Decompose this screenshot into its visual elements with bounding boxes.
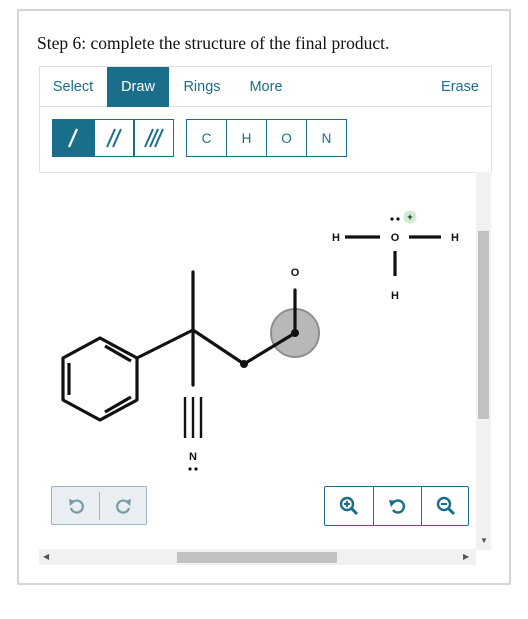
question-title: Step 6: complete the structure of the fi… xyxy=(37,33,390,53)
benzene-ring xyxy=(61,336,139,422)
lone-pair-dot xyxy=(194,467,198,471)
atom-label-o-center[interactable]: O xyxy=(391,232,400,244)
atom-c-button[interactable]: C xyxy=(186,119,227,157)
tab-draw[interactable]: Draw xyxy=(107,67,169,107)
tab-rings[interactable]: Rings xyxy=(172,67,232,107)
triple-bond-cn xyxy=(183,397,203,438)
reset-zoom-icon xyxy=(388,499,405,514)
atom-dot xyxy=(240,360,248,368)
scroll-left-arrow-icon[interactable]: ◀ xyxy=(43,552,49,562)
draw-tool-row: C H O N xyxy=(39,107,492,173)
molecule-editor: Select Draw Rings More Erase C H O N O N… xyxy=(39,66,492,566)
redo-button[interactable] xyxy=(100,487,147,525)
lone-pair-dot xyxy=(396,217,400,221)
zoom-in-button[interactable] xyxy=(325,487,372,525)
hydronium-fragment: H O H H + xyxy=(332,210,459,302)
triple-bond-icon xyxy=(144,128,164,148)
atom-h-button[interactable]: H xyxy=(226,119,267,157)
double-bond-icon xyxy=(106,128,122,148)
lone-pair-dot xyxy=(188,467,192,471)
editor-toolbar: Select Draw Rings More Erase xyxy=(39,66,492,107)
zoom-reset-button[interactable] xyxy=(373,487,420,525)
undo-redo-group xyxy=(51,486,147,525)
atom-o-button[interactable]: O xyxy=(266,119,307,157)
zoom-controls xyxy=(324,486,469,526)
scroll-down-arrow-icon[interactable]: ▼ xyxy=(480,536,488,546)
erase-button[interactable]: Erase xyxy=(430,67,490,107)
atom-n-button[interactable]: N xyxy=(306,119,347,157)
triple-bond-button[interactable] xyxy=(134,119,174,157)
undo-icon xyxy=(68,499,84,514)
atom-label-oxygen[interactable]: O xyxy=(291,267,300,279)
atom-label-nitrogen[interactable]: N xyxy=(189,451,197,463)
single-bond-icon xyxy=(67,128,79,148)
horizontal-scroll-thumb[interactable] xyxy=(177,552,337,563)
zoom-out-button[interactable] xyxy=(422,487,469,525)
single-bond-button[interactable] xyxy=(52,119,94,157)
tab-more[interactable]: More xyxy=(238,67,294,107)
atom-dot xyxy=(291,329,299,337)
zoom-in-icon xyxy=(339,496,358,516)
zoom-out-icon xyxy=(436,496,455,516)
vertical-scroll-thumb[interactable] xyxy=(478,231,489,419)
atom-label-h-left[interactable]: H xyxy=(332,232,340,244)
tab-select[interactable]: Select xyxy=(40,67,106,107)
lone-pair-dot xyxy=(390,217,394,221)
scroll-right-arrow-icon[interactable]: ▶ xyxy=(463,552,469,562)
drawing-canvas[interactable]: O N H O H H + xyxy=(39,173,490,566)
double-bond-button[interactable] xyxy=(94,119,134,157)
undo-button[interactable] xyxy=(52,487,99,525)
atom-label-h-right[interactable]: H xyxy=(451,232,459,244)
atom-label-h-bottom[interactable]: H xyxy=(391,290,399,302)
charge-label: + xyxy=(407,212,412,222)
redo-icon xyxy=(115,499,131,514)
